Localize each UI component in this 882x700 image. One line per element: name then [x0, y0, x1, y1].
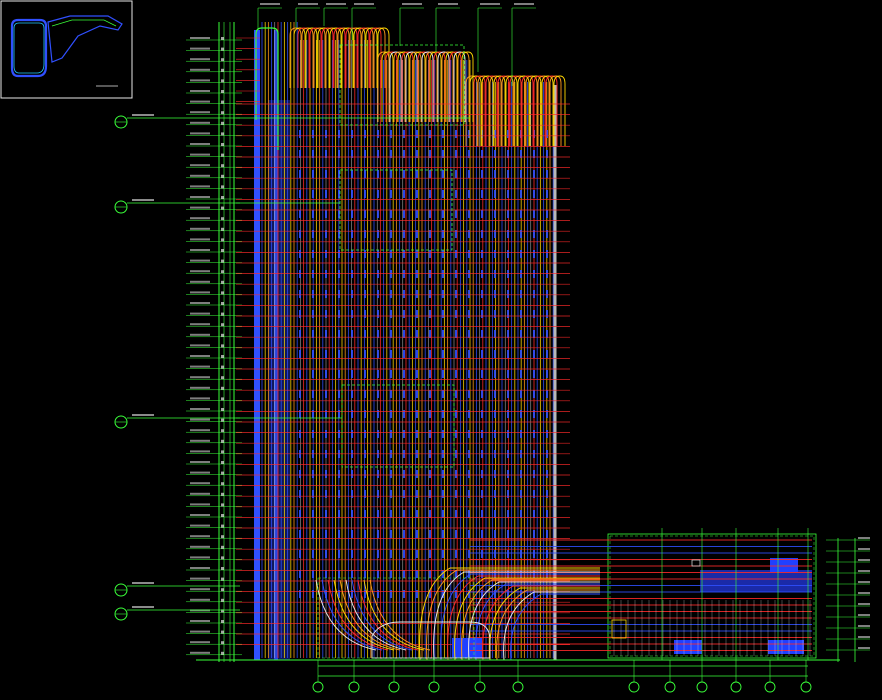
elevation-drawing: [0, 0, 870, 693]
key-plan-inset: [0, 0, 133, 99]
podium-block: [452, 528, 817, 660]
podium-level-scale: [826, 537, 870, 662]
tower-crown-arcs: [255, 27, 566, 150]
